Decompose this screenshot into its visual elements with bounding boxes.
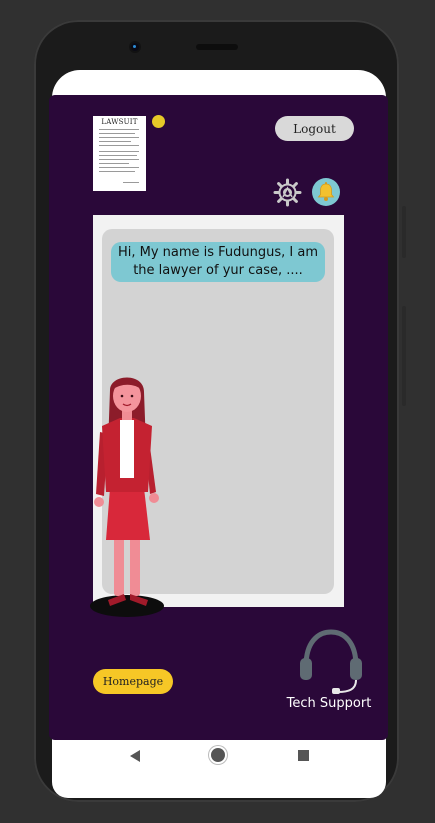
- settings-button[interactable]: [273, 178, 302, 207]
- document-line: [99, 151, 139, 152]
- notifications-button[interactable]: [312, 178, 340, 206]
- document-line: [99, 129, 139, 130]
- document-line: [99, 145, 139, 146]
- chat-message-bubble: Hi, My name is Fudungus, I am the lawyer…: [111, 242, 325, 282]
- lawyer-avatar: [90, 377, 164, 617]
- back-icon[interactable]: [130, 750, 140, 762]
- volume-button: [402, 206, 406, 258]
- gear-icon: [273, 178, 302, 207]
- document-line: [99, 141, 131, 142]
- home-icon[interactable]: [211, 748, 225, 762]
- recent-apps-icon[interactable]: [298, 750, 309, 761]
- document-line: [99, 137, 139, 138]
- signature-line: [123, 182, 139, 183]
- tech-support-label: Tech Support: [286, 696, 372, 711]
- document-line: [99, 155, 137, 156]
- document-line: [99, 171, 135, 172]
- system-navigation-bar: [52, 740, 386, 772]
- document-line: [99, 163, 129, 164]
- status-indicator: [152, 115, 165, 128]
- document-line: [99, 159, 139, 160]
- front-camera: [131, 43, 139, 51]
- logout-button[interactable]: Logout: [275, 116, 354, 141]
- headset-icon: [300, 629, 362, 694]
- homepage-button[interactable]: Homepage: [93, 669, 173, 694]
- lawsuit-title: LAWSUIT: [101, 118, 138, 126]
- tech-support-button[interactable]: Tech Support: [284, 628, 374, 718]
- bell-icon: [317, 182, 335, 201]
- power-button: [402, 306, 406, 406]
- lawsuit-document[interactable]: LAWSUIT: [93, 116, 146, 191]
- document-line: [99, 133, 135, 134]
- document-line: [99, 167, 139, 168]
- earpiece-speaker: [196, 44, 238, 50]
